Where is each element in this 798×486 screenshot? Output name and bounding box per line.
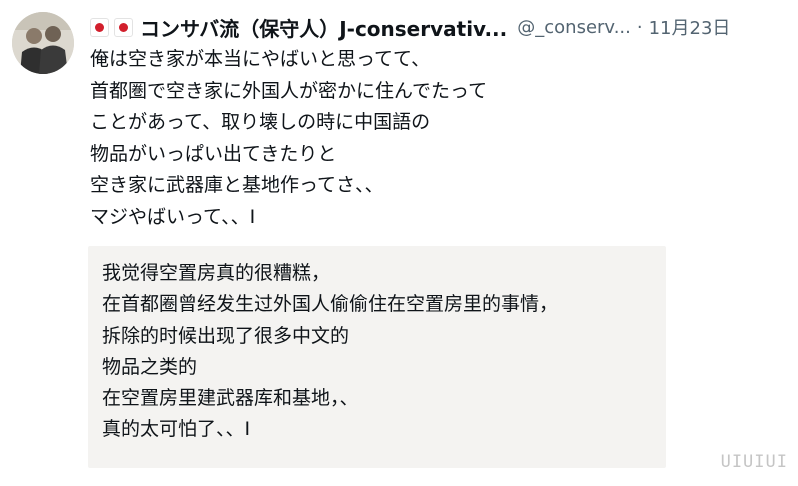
translation-box: 我觉得空置房真的很糟糕， 在首都圈曾经发生过外国人偷偷住在空置房里的事情， 拆除…	[88, 246, 666, 468]
tweet-line: マジやばいって、、I	[90, 205, 256, 228]
avatar[interactable]	[12, 12, 74, 74]
tweet-line: ことがあって、取り壊しの時に中国語の	[90, 111, 431, 134]
tweet-line: 物品がいっぱい出てきたりと	[90, 142, 337, 165]
watermark: UIUIUI	[720, 452, 788, 472]
translation-line: 在空置房里建武器库和基地，、	[102, 387, 359, 410]
translation-line: 我觉得空置房真的很糟糕，	[102, 262, 331, 284]
translation-line: 拆除的时候出现了很多中文的	[102, 324, 350, 347]
avatar-photo	[12, 12, 74, 74]
separator-dot: ·	[636, 16, 643, 38]
translation-line: 在首都圈曾经发生过外国人偷偷住在空置房里的事情，	[102, 293, 559, 316]
author-display-name[interactable]: コンサバ流（保守人）J-conservativ...	[140, 13, 507, 42]
tweet-body: 俺は空き家が本当にやばいと思ってて、 首都圏で空き家に外国人が密かに住んでたって…	[90, 44, 610, 234]
japan-flag-icon	[90, 17, 109, 37]
translation-text: 我觉得空置房真的很糟糕， 在首都圈曾经发生过外国人偷偷住在空置房里的事情， 拆除…	[102, 258, 558, 446]
tweet-line: 首都圏で空き家に外国人が密かに住んでたって	[90, 79, 488, 102]
tweet-header: コンサバ流（保守人）J-conservativ... @_conserv... …	[90, 12, 790, 42]
tweet-line: 空き家に武器庫と基地作ってさ、、	[90, 174, 384, 197]
author-handle[interactable]: @_conserv...	[517, 17, 631, 38]
translation-line: 物品之类的	[102, 355, 198, 378]
translation-line: 真的太可怕了、、I	[102, 418, 251, 441]
tweet-line: 俺は空き家が本当にやばいと思ってて、	[90, 48, 431, 70]
post-date[interactable]: 11月23日	[649, 14, 731, 40]
japan-flag-icon	[114, 17, 133, 37]
